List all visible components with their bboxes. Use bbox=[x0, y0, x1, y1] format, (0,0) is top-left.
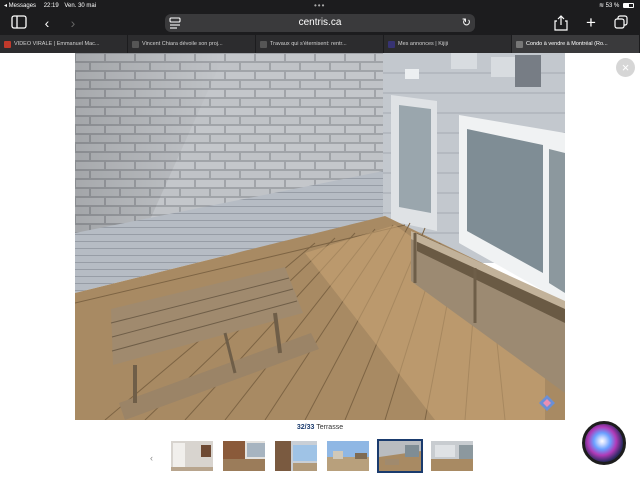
status-date: Ven. 30 mai bbox=[64, 3, 97, 9]
thumbnail-strip bbox=[169, 439, 475, 473]
gallery-thumbnail[interactable] bbox=[221, 439, 267, 473]
tab-strip: VIDEO VIRALE | Emmanuel Mac... Vincent C… bbox=[0, 35, 640, 53]
photo-caption: Terrasse bbox=[316, 424, 344, 431]
tab-label: VIDEO VIRALE | Emmanuel Mac... bbox=[14, 41, 100, 47]
sidebar-toggle-icon[interactable] bbox=[10, 15, 28, 31]
tab-favicon bbox=[132, 40, 139, 48]
centris-logo-icon bbox=[538, 394, 556, 412]
close-gallery-button[interactable]: × bbox=[616, 58, 635, 77]
tab-kijiji[interactable]: Mes annonces | Kijiji bbox=[384, 35, 512, 53]
reload-icon[interactable]: ↻ bbox=[462, 14, 471, 32]
battery-percent: 53 % bbox=[605, 3, 620, 9]
wifi-icon: ≋ bbox=[598, 3, 604, 9]
new-tab-icon[interactable]: + bbox=[582, 14, 600, 31]
gallery-thumbnail[interactable] bbox=[325, 439, 371, 473]
status-bar: ◂ Messages 22:19 Ven. 30 mai ••• ≋ 53 % bbox=[0, 0, 640, 11]
tab-favicon bbox=[516, 40, 523, 48]
tab-favicon bbox=[4, 40, 11, 48]
address-bar[interactable]: centris.ca ↻ bbox=[165, 14, 475, 32]
tab-centris-condo[interactable]: Condo à vendre à Montréal (Ro... bbox=[512, 35, 640, 53]
tab-label: Vincent Chiara dévoile son proj... bbox=[142, 41, 223, 47]
tab-video-virale[interactable]: VIDEO VIRALE | Emmanuel Mac... bbox=[0, 35, 128, 53]
tab-favicon bbox=[260, 40, 267, 48]
gallery-thumbnail-selected[interactable] bbox=[377, 439, 423, 473]
photo-counter: 32/33 bbox=[296, 424, 315, 431]
siri-orb-icon[interactable] bbox=[582, 421, 626, 465]
gallery-thumbnail[interactable] bbox=[169, 439, 215, 473]
gallery-thumbnail[interactable] bbox=[273, 439, 319, 473]
tab-label: Condo à vendre à Montréal (Ro... bbox=[526, 41, 608, 47]
tab-label: Mes annonces | Kijiji bbox=[398, 41, 449, 47]
page-menu-icon[interactable] bbox=[169, 16, 181, 30]
forward-button[interactable]: › bbox=[64, 15, 82, 31]
tab-label: Travaux qui s'éternisent: rentr... bbox=[270, 41, 347, 47]
page-content: × 32/33 Terrasse ‹ bbox=[0, 53, 640, 480]
tab-travaux[interactable]: Travaux qui s'éternisent: rentr... bbox=[256, 35, 384, 53]
back-to-app-link[interactable]: ◂ Messages bbox=[4, 3, 36, 9]
battery-icon bbox=[623, 2, 634, 8]
thumbnail-prev-icon[interactable]: ‹ bbox=[150, 453, 153, 463]
gallery-main-photo[interactable] bbox=[75, 53, 565, 420]
status-right: ≋ 53 % bbox=[599, 2, 634, 9]
gallery-thumbnail[interactable] bbox=[429, 439, 475, 473]
share-icon[interactable] bbox=[552, 15, 570, 31]
tab-vincent-chiara[interactable]: Vincent Chiara dévoile son proj... bbox=[128, 35, 256, 53]
multitask-dots[interactable]: ••• bbox=[314, 1, 325, 10]
status-left: ◂ Messages 22:19 Ven. 30 mai bbox=[4, 2, 96, 9]
tab-favicon bbox=[388, 40, 395, 48]
status-time: 22:19 bbox=[43, 3, 59, 9]
url-text: centris.ca bbox=[298, 17, 342, 28]
browser-toolbar: ‹ › centris.ca ↻ + bbox=[0, 11, 640, 35]
back-button[interactable]: ‹ bbox=[38, 15, 56, 31]
gallery-caption: 32/33 Terrasse bbox=[0, 424, 640, 431]
tab-overview-icon[interactable] bbox=[612, 15, 630, 31]
